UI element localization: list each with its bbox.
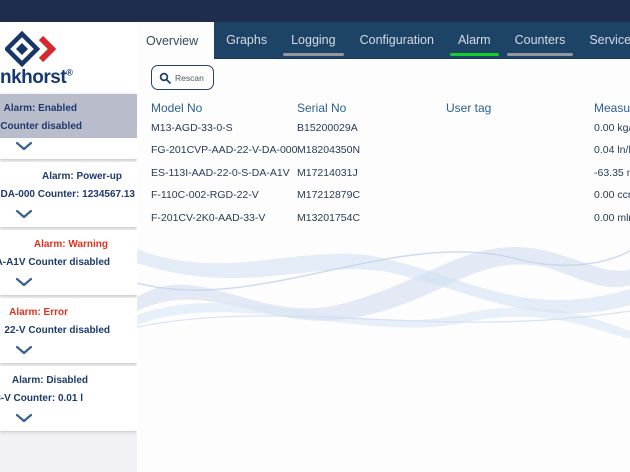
cell-measure: 0.00 kg/h bbox=[594, 117, 630, 139]
cell-user-tag bbox=[446, 139, 594, 161]
tab-logging[interactable]: Logging bbox=[279, 22, 348, 58]
logo-wordmark: nkhorst® bbox=[0, 67, 72, 89]
chevron-down-icon[interactable] bbox=[15, 413, 33, 423]
cell-measure: -63.35 ml bbox=[594, 162, 630, 184]
cell-user-tag bbox=[446, 162, 594, 184]
counter-status-text: 22-V-DA-000 Counter: 1234567.13 bbox=[0, 189, 135, 200]
alarm-status-text: Alarm: Error bbox=[9, 307, 68, 318]
device-panel-5[interactable]: Alarm: Disabled 0-33-V Counter: 0.01 l bbox=[0, 366, 137, 431]
cell-model-no: M13-AGD-33-0-S bbox=[151, 117, 297, 139]
bronkhorst-diamond-icon bbox=[5, 31, 63, 67]
device-panel-3[interactable]: Alarm: Warning 0-S-DA-A1V Counter disabl… bbox=[0, 230, 137, 295]
main-tab-bar: Overview Graphs Logging Configuration Al… bbox=[137, 22, 630, 59]
chevron-down-icon[interactable] bbox=[15, 345, 33, 355]
cell-user-tag bbox=[446, 117, 594, 139]
cell-measure: 0.00 mln/ bbox=[594, 207, 630, 229]
decorative-flow-waves bbox=[137, 219, 630, 351]
chevron-down-icon[interactable] bbox=[15, 209, 33, 219]
window-title-bar bbox=[0, 0, 630, 22]
column-header-user-tag: User tag bbox=[446, 101, 594, 115]
table-row[interactable]: ES-113I-AAD-22-0-S-DA-A1V M17214031J -63… bbox=[137, 162, 630, 184]
sidebar-empty-area bbox=[0, 433, 137, 472]
search-icon bbox=[159, 72, 171, 84]
alarm-status-text: Alarm: Power-up bbox=[42, 171, 122, 182]
cell-model-no: ES-113I-AAD-22-0-S-DA-A1V bbox=[151, 162, 297, 184]
column-header-serial-no: Serial No bbox=[297, 101, 446, 115]
counter-status-text: 0-S-DA-A1V Counter disabled bbox=[0, 257, 110, 268]
bronkhorst-logo: nkhorst® bbox=[0, 29, 137, 91]
table-row[interactable]: F-110C-002-RGD-22-V M17212879C 0.00 ccn/ bbox=[137, 184, 630, 206]
chevron-down-icon[interactable] bbox=[15, 141, 33, 151]
device-panel-1[interactable]: Alarm: Enabled Counter disabled bbox=[0, 94, 137, 159]
cell-measure: 0.04 ln/h bbox=[594, 139, 630, 161]
counter-status-text: 22-V Counter disabled bbox=[4, 325, 110, 336]
cell-serial-no: B15200029A bbox=[297, 117, 446, 139]
tab-configuration[interactable]: Configuration bbox=[348, 22, 446, 58]
tab-overview[interactable]: Overview bbox=[130, 22, 214, 59]
cell-user-tag bbox=[446, 184, 594, 206]
device-sidebar: nkhorst® Alarm: Enabled Counter disabled… bbox=[0, 22, 137, 472]
table-row[interactable]: M13-AGD-33-0-S B15200029A 0.00 kg/h bbox=[137, 117, 630, 139]
tab-counters[interactable]: Counters bbox=[503, 22, 578, 58]
alarm-status-text: Alarm: Warning bbox=[34, 239, 108, 250]
table-row[interactable]: FG-201CVP-AAD-22-V-DA-000 M18204350N 0.0… bbox=[137, 139, 630, 161]
counter-status-text: Counter disabled bbox=[0, 121, 82, 132]
rescan-label: Rescan bbox=[175, 73, 204, 83]
cell-serial-no: M18204350N bbox=[297, 139, 446, 161]
device-panel-4[interactable]: Alarm: Error 22-V Counter disabled bbox=[0, 298, 137, 363]
column-header-model-no: Model No bbox=[151, 101, 297, 115]
cell-measure: 0.00 ccn/ bbox=[594, 184, 630, 206]
tab-alarm[interactable]: Alarm bbox=[446, 22, 503, 58]
cell-model-no: F-201CV-2K0-AAD-33-V bbox=[151, 207, 297, 229]
device-panel-2[interactable]: Alarm: Power-up 22-V-DA-000 Counter: 123… bbox=[0, 162, 137, 227]
cell-serial-no: M17214031J bbox=[297, 162, 446, 184]
device-table: M13-AGD-33-0-S B15200029A 0.00 kg/h FG-2… bbox=[137, 117, 630, 229]
rescan-button[interactable]: Rescan bbox=[151, 65, 214, 90]
cell-serial-no: M17212879C bbox=[297, 184, 446, 206]
cell-model-no: FG-201CVP-AAD-22-V-DA-000 bbox=[151, 139, 297, 161]
table-header-row: Model No Serial No User tag Measure bbox=[137, 101, 630, 115]
chevron-down-icon[interactable] bbox=[15, 277, 33, 287]
tab-graphs[interactable]: Graphs bbox=[214, 22, 279, 58]
cell-model-no: F-110C-002-RGD-22-V bbox=[151, 184, 297, 206]
table-row[interactable]: F-201CV-2K0-AAD-33-V M13201754C 0.00 mln… bbox=[137, 207, 630, 229]
tab-service[interactable]: Service bbox=[577, 22, 630, 58]
cell-serial-no: M13201754C bbox=[297, 207, 446, 229]
overview-content: Rescan Model No Serial No User tag Measu… bbox=[137, 59, 630, 472]
column-header-measure: Measure bbox=[594, 101, 630, 115]
alarm-status-text: Alarm: Disabled bbox=[12, 375, 88, 386]
cell-user-tag bbox=[446, 207, 594, 229]
counter-status-text: 0-33-V Counter: 0.01 l bbox=[0, 393, 83, 404]
alarm-status-text: Alarm: Enabled bbox=[4, 103, 77, 114]
